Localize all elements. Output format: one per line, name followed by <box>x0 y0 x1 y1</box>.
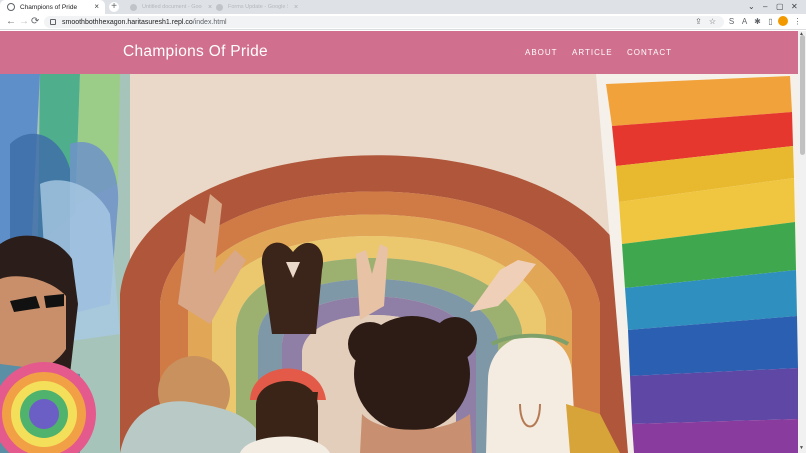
bookmark-star-icon[interactable]: ☆ <box>707 16 718 27</box>
scroll-down-icon[interactable]: ▼ <box>799 446 804 451</box>
site-brand[interactable]: Champions Of Pride <box>123 43 268 61</box>
tab-docs-title: Untitled document - Google Docs <box>142 4 202 10</box>
read-aloud-icon[interactable]: A <box>739 16 750 27</box>
nav-about-link[interactable]: ABOUT <box>525 48 558 57</box>
close-window-button[interactable]: ✕ <box>791 1 798 13</box>
browser-menu-icon[interactable]: ⋮ <box>792 16 803 27</box>
docs-icon <box>130 3 137 11</box>
nav-contact-link[interactable]: CONTACT <box>627 48 672 57</box>
tab-strip: Champions of Pride × + Untitled document… <box>0 0 806 14</box>
extensions-puzzle-icon[interactable]: ✱ <box>752 16 763 27</box>
tab-docs[interactable]: Untitled document - Google Docs × <box>124 0 218 14</box>
url-host: smoothbothhexagon.haritasuresh1.repl.co <box>62 18 193 26</box>
url-text: smoothbothhexagon.haritasuresh1.repl.co/… <box>62 19 227 26</box>
maximize-button[interactable]: ▢ <box>776 1 784 13</box>
tab-search-close-icon[interactable]: × <box>294 4 298 11</box>
new-tab-button[interactable]: + <box>109 2 119 12</box>
side-panel-icon[interactable]: ▯ <box>765 16 776 27</box>
address-bar[interactable]: smoothbothhexagon.haritasuresh1.repl.co/… <box>44 16 724 28</box>
pride-rainbow-illustration <box>0 74 798 453</box>
tab-search-menu-icon[interactable]: ⌄ <box>748 1 755 13</box>
tab-search-title: Forms Update - Google Search <box>228 4 288 10</box>
url-path: /index.html <box>192 18 227 26</box>
share-icon[interactable]: ⇪ <box>693 16 704 27</box>
nav-article-link[interactable]: ARTICLE <box>572 48 613 57</box>
lock-icon <box>50 19 56 25</box>
page-scrollbar[interactable]: ▲ ▼ <box>798 31 806 453</box>
tab-title: Champions of Pride <box>20 3 78 11</box>
scroll-thumb[interactable] <box>799 35 805 155</box>
extension-s-icon[interactable]: S <box>726 16 737 27</box>
tab-search[interactable]: Forms Update - Google Search × <box>210 0 304 14</box>
web-page: Champions Of Pride ABOUT ARTICLE CONTACT <box>0 31 798 453</box>
site-header: Champions Of Pride ABOUT ARTICLE CONTACT <box>0 31 798 74</box>
reload-button[interactable]: ⟳ <box>31 15 39 29</box>
back-button[interactable]: ← <box>6 15 16 29</box>
globe-icon <box>7 3 15 11</box>
profile-avatar[interactable] <box>778 16 788 26</box>
forward-button[interactable]: → <box>19 15 29 29</box>
hero-image <box>0 74 798 453</box>
tab-close-icon[interactable]: × <box>94 3 99 11</box>
google-icon <box>216 3 223 11</box>
browser-toolbar: ← → ⟳ smoothbothhexagon.haritasuresh1.re… <box>0 14 806 30</box>
tab-active[interactable]: Champions of Pride × <box>0 0 105 14</box>
minimize-button[interactable]: – <box>763 1 767 13</box>
